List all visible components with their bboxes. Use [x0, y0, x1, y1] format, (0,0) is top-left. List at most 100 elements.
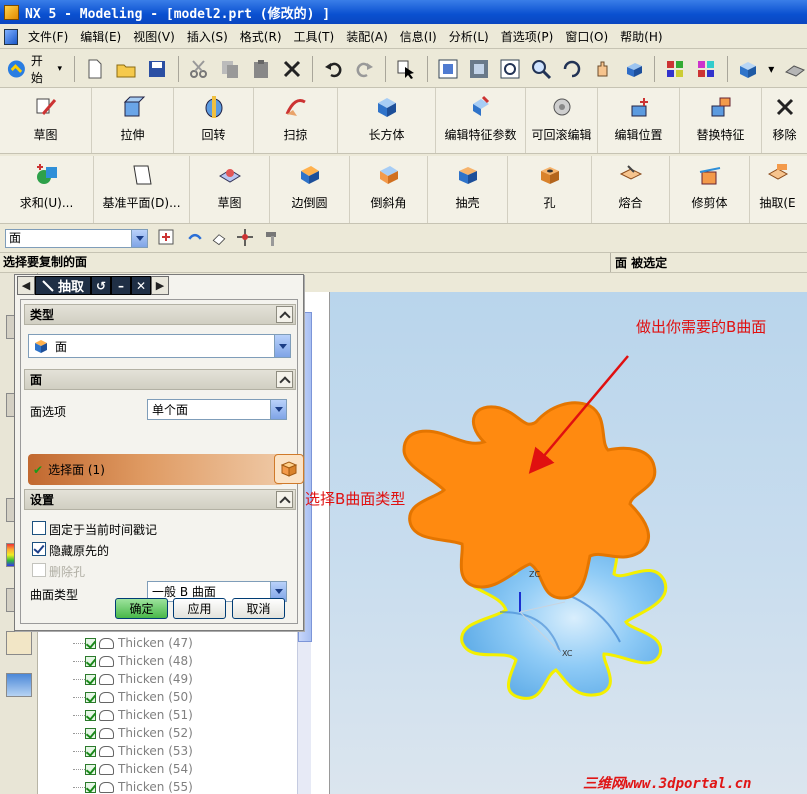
visibility-checkbox[interactable]: [85, 709, 96, 721]
navigator-row[interactable]: Thicken (47): [85, 634, 193, 652]
navigator-row[interactable]: Thicken (51): [85, 706, 193, 724]
edit-feature-parameters-button[interactable]: 编辑特征参数: [436, 88, 526, 153]
menu-tools[interactable]: 工具(T): [288, 28, 341, 45]
visibility-checkbox[interactable]: [85, 745, 96, 757]
dropdown-arrow-icon[interactable]: ▾: [767, 56, 777, 82]
collapse-icon[interactable]: [276, 371, 293, 388]
visibility-checkbox[interactable]: [85, 655, 96, 667]
chevron-down-icon[interactable]: [131, 229, 147, 247]
fit-view-icon[interactable]: [436, 56, 461, 82]
replace-feature-button[interactable]: 替换特征: [680, 88, 762, 153]
collapse-icon[interactable]: [276, 306, 293, 323]
render-style-icon[interactable]: [736, 56, 761, 82]
surface-finish-icon[interactable]: [782, 56, 807, 82]
select-face-row[interactable]: ✔ 选择面 (1): [28, 454, 304, 485]
face-option-dropdown[interactable]: 单个面: [147, 399, 287, 420]
fix-timestamp-checkbox[interactable]: [32, 521, 46, 535]
edit-position-button[interactable]: 编辑位置: [598, 88, 680, 153]
navigator-row[interactable]: Thicken (52): [85, 724, 193, 742]
ok-button[interactable]: 确定: [115, 598, 168, 619]
menu-view[interactable]: 视图(V): [127, 28, 181, 45]
settings-group-header[interactable]: 设置: [24, 489, 296, 510]
delete-holes-checkbox[interactable]: [32, 563, 46, 577]
redo-icon[interactable]: [352, 56, 377, 82]
rotate-icon[interactable]: [559, 56, 584, 82]
shaded-icon[interactable]: [621, 56, 646, 82]
extract-button[interactable]: 抽取(E: [750, 156, 805, 223]
selection-filter-icon[interactable]: [394, 56, 419, 82]
copy-icon[interactable]: [218, 56, 243, 82]
pan-icon[interactable]: [590, 56, 615, 82]
menu-help[interactable]: 帮助(H): [614, 28, 668, 45]
navigator-row[interactable]: Thicken (55): [85, 778, 193, 794]
delete-icon[interactable]: [279, 56, 304, 82]
revolve-button[interactable]: 回转: [174, 88, 254, 153]
close-icon[interactable]: ✕: [131, 276, 152, 295]
zoom-icon[interactable]: [528, 56, 553, 82]
visibility-checkbox[interactable]: [85, 691, 96, 703]
chevron-down-icon[interactable]: [270, 400, 286, 419]
save-icon[interactable]: [145, 56, 170, 82]
selection-scope-icon[interactable]: [154, 225, 180, 251]
navigator-row[interactable]: Thicken (50): [85, 688, 193, 706]
select-face-button[interactable]: [274, 454, 304, 484]
chevron-left-icon[interactable]: ◀: [17, 276, 35, 295]
zoom-window-icon[interactable]: [467, 56, 492, 82]
rollback-edit-button[interactable]: 可回滚编辑: [526, 88, 598, 153]
new-file-icon[interactable]: [83, 56, 108, 82]
paste-icon[interactable]: [248, 56, 273, 82]
visibility-checkbox[interactable]: [85, 673, 96, 685]
apply-button[interactable]: 应用: [173, 598, 226, 619]
undo-icon[interactable]: [321, 56, 346, 82]
visibility-checkbox[interactable]: [85, 781, 96, 793]
hammer-icon[interactable]: [262, 225, 284, 251]
snap-icon[interactable]: [186, 225, 204, 251]
visibility-checkbox[interactable]: [85, 727, 96, 739]
trim-body-button[interactable]: 修剪体: [670, 156, 750, 223]
type-filter-dropdown[interactable]: 面: [5, 228, 148, 248]
edge-blend-button[interactable]: 边倒圆: [270, 156, 350, 223]
shell-button[interactable]: 抽壳: [428, 156, 508, 223]
sketch-button[interactable]: 草图: [0, 88, 92, 153]
minimize-icon[interactable]: –: [111, 276, 132, 295]
system-materials-icon[interactable]: [6, 673, 32, 697]
graphics-window[interactable]: ZC XC: [330, 292, 807, 794]
start-button[interactable]: 开始 ▾: [6, 52, 66, 86]
chevron-right-icon[interactable]: ▶: [151, 276, 170, 295]
face-group-header[interactable]: 面: [24, 369, 296, 390]
menu-analysis[interactable]: 分析(L): [443, 28, 495, 45]
hole-button[interactable]: 孔: [508, 156, 592, 223]
sketch-button-2[interactable]: 草图: [190, 156, 270, 223]
zoom-box-icon[interactable]: [498, 56, 523, 82]
collapse-icon[interactable]: [276, 491, 293, 508]
layer-settings-icon[interactable]: [694, 56, 719, 82]
remove-button[interactable]: 移除: [762, 88, 807, 153]
sew-button[interactable]: 熔合: [592, 156, 670, 223]
point-snap-icon[interactable]: [234, 225, 256, 251]
type-group-header[interactable]: 类型: [24, 304, 296, 325]
navigator-row[interactable]: Thicken (54): [85, 760, 193, 778]
hide-original-checkbox[interactable]: [32, 542, 46, 556]
sweep-button[interactable]: 扫掠: [254, 88, 338, 153]
roles-icon[interactable]: [6, 631, 32, 655]
visibility-checkbox[interactable]: [85, 637, 96, 649]
reset-icon[interactable]: ↺: [91, 276, 112, 295]
datum-plane-button[interactable]: 基准平面(D)...: [94, 156, 190, 223]
extrude-button[interactable]: 拉伸: [92, 88, 174, 153]
menu-window[interactable]: 窗口(O): [559, 28, 614, 45]
chamfer-button[interactable]: 倒斜角: [350, 156, 428, 223]
type-dropdown[interactable]: 面: [28, 334, 291, 358]
unite-button[interactable]: 求和(U)...: [0, 156, 94, 223]
eraser-icon[interactable]: [210, 225, 228, 251]
navigator-row[interactable]: Thicken (53): [85, 742, 193, 760]
navigator-row[interactable]: Thicken (48): [85, 652, 193, 670]
chevron-down-icon[interactable]: [274, 335, 290, 357]
open-folder-icon[interactable]: [114, 56, 139, 82]
menu-file[interactable]: 文件(F): [22, 28, 74, 45]
layer-icon[interactable]: [663, 56, 688, 82]
menu-preferences[interactable]: 首选项(P): [495, 28, 560, 45]
visibility-checkbox[interactable]: [85, 763, 96, 775]
menu-insert[interactable]: 插入(S): [181, 28, 234, 45]
menu-assembly[interactable]: 装配(A): [340, 28, 394, 45]
cut-icon[interactable]: [187, 56, 212, 82]
